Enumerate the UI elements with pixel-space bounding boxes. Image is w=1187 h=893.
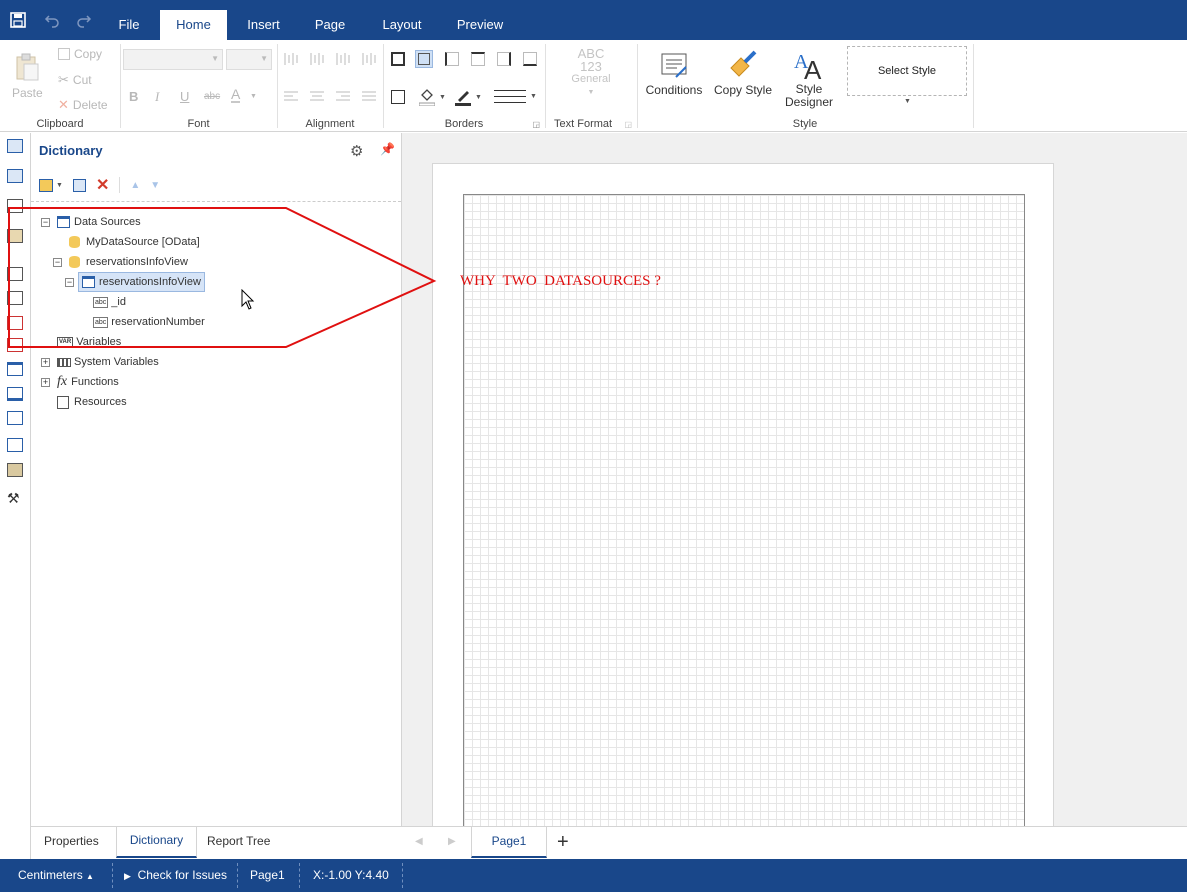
check-issues-label: Check for Issues (137, 868, 227, 882)
chevron-up-icon: ▲ (86, 872, 94, 881)
current-page-label: Page1 (250, 868, 285, 882)
annotation-text: WHY TWO DATASOURCES ? (460, 273, 661, 289)
status-divider (402, 863, 403, 888)
annotation-overlay (8, 207, 437, 348)
units-selector[interactable]: Centimeters ▲ (18, 859, 94, 892)
status-divider (112, 863, 113, 888)
chevron-right-icon: ▶ (124, 871, 131, 881)
check-issues-button[interactable]: ▶ Check for Issues (124, 859, 227, 892)
status-bar: Centimeters ▲ ▶ Check for Issues Page1 X… (0, 859, 1187, 892)
cursor-coordinates: X:-1.00 Y:4.40 (313, 868, 389, 882)
annotation-arrow-shape (8, 207, 437, 348)
units-label: Centimeters (18, 868, 83, 882)
status-divider (237, 863, 238, 888)
status-divider (299, 863, 300, 888)
